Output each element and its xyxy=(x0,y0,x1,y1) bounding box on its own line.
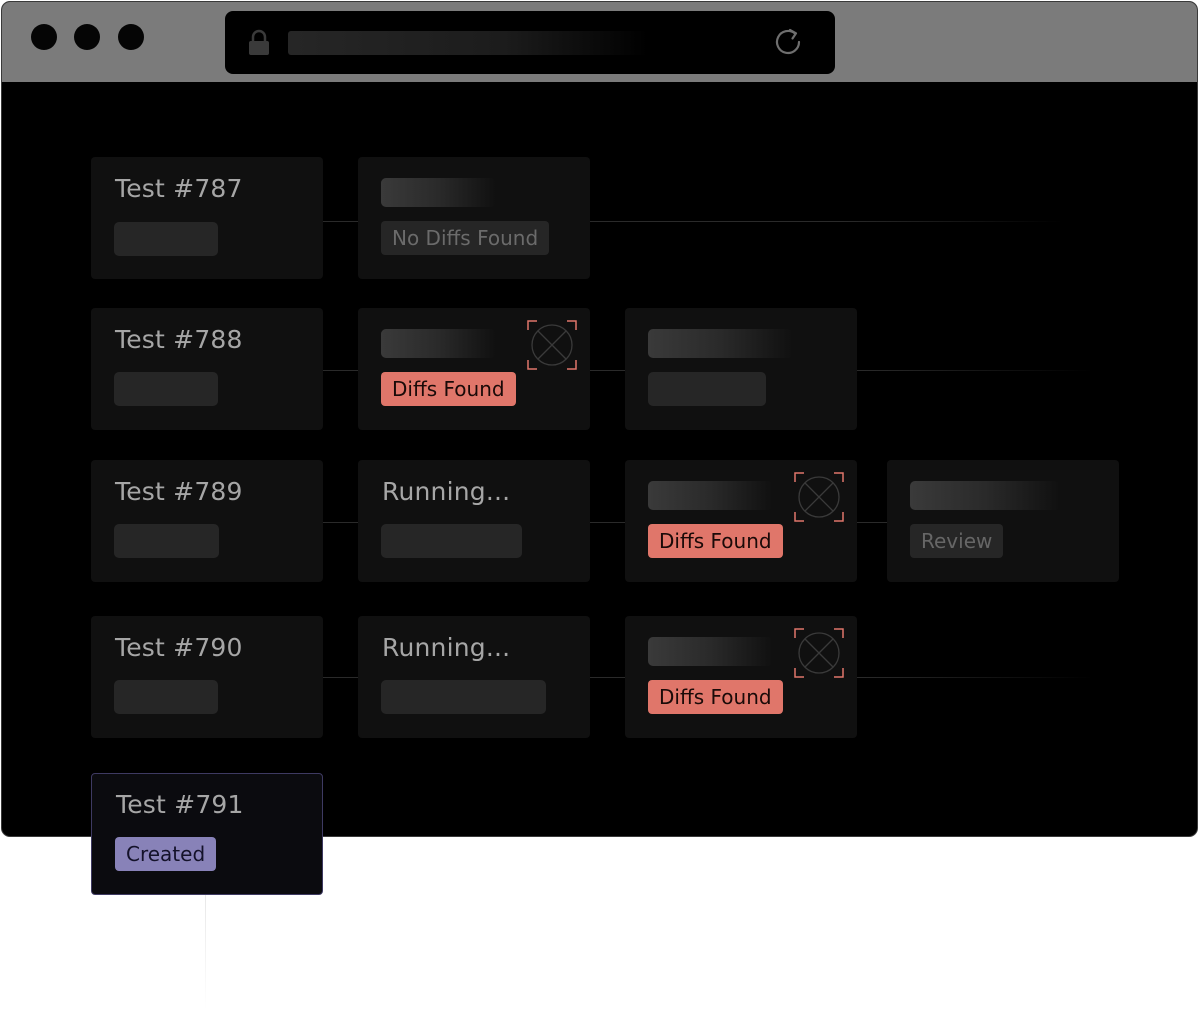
step-card[interactable]: Diffs Found xyxy=(358,308,590,430)
step-card[interactable]: Diffs Found xyxy=(625,460,857,582)
reload-icon[interactable] xyxy=(773,25,805,59)
status-placeholder xyxy=(381,524,522,558)
status-placeholder xyxy=(114,372,218,406)
browser-titlebar xyxy=(2,2,1197,82)
timeline-spine-fade xyxy=(205,895,206,1010)
status-placeholder xyxy=(114,680,218,714)
label-placeholder xyxy=(648,637,773,666)
step-status-text: Running... xyxy=(382,633,511,662)
label-placeholder xyxy=(381,178,496,207)
test-title: Test #788 xyxy=(115,325,243,354)
test-card-790[interactable]: Test #790 xyxy=(91,616,323,738)
step-card[interactable] xyxy=(625,308,857,430)
step-card[interactable]: Running... xyxy=(358,460,590,582)
test-card-791[interactable]: Test #791 Created xyxy=(91,773,323,895)
test-card-788[interactable]: Test #788 xyxy=(91,308,323,430)
test-title: Test #787 xyxy=(115,174,243,203)
label-placeholder xyxy=(381,329,496,358)
status-badge: No Diffs Found xyxy=(381,221,550,255)
step-card[interactable]: No Diffs Found xyxy=(358,157,590,279)
test-title: Test #791 xyxy=(116,790,244,819)
test-card-789[interactable]: Test #789 xyxy=(91,460,323,582)
status-placeholder xyxy=(381,680,546,714)
label-placeholder xyxy=(910,481,1060,510)
test-card-787[interactable]: Test #787 xyxy=(91,157,323,279)
maximize-dot[interactable] xyxy=(118,24,144,50)
label-placeholder xyxy=(648,481,773,510)
status-placeholder xyxy=(648,372,766,406)
status-badge: Diffs Found xyxy=(648,680,783,714)
status-badge: Diffs Found xyxy=(648,524,783,558)
diff-focus-icon[interactable] xyxy=(794,472,844,522)
step-card[interactable]: Diffs Found xyxy=(625,616,857,738)
label-placeholder xyxy=(648,329,793,358)
address-bar[interactable] xyxy=(225,11,835,74)
created-badge: Created xyxy=(115,837,217,871)
minimize-dot[interactable] xyxy=(74,24,100,50)
review-badge[interactable]: Review xyxy=(910,524,1004,558)
diff-focus-icon[interactable] xyxy=(794,628,844,678)
step-card[interactable]: Review xyxy=(887,460,1119,582)
diff-focus-icon[interactable] xyxy=(527,320,577,370)
lock-icon xyxy=(249,29,269,55)
test-title: Test #790 xyxy=(115,633,243,662)
status-placeholder xyxy=(114,222,218,256)
step-card[interactable]: Running... xyxy=(358,616,590,738)
test-title: Test #789 xyxy=(115,477,243,506)
status-placeholder xyxy=(114,524,219,558)
step-status-text: Running... xyxy=(382,477,511,506)
close-dot[interactable] xyxy=(31,24,57,50)
address-placeholder xyxy=(288,31,648,55)
status-badge: Diffs Found xyxy=(381,372,516,406)
